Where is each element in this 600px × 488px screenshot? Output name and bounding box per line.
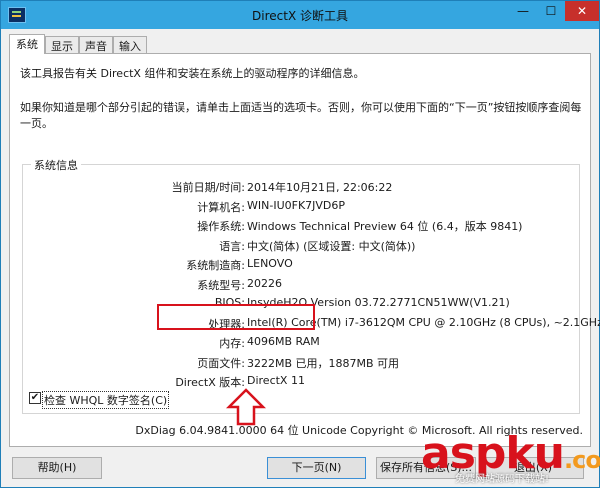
system-info-group: 系统信息 当前日期/时间: 2014年10月21日, 22:06:22 计算机名: W… xyxy=(22,157,600,414)
system-info-key: 系统制造商: xyxy=(186,259,245,272)
system-info-key: 操作系统: xyxy=(197,220,245,233)
system-info-value: 20226 xyxy=(247,276,282,290)
system-info-title: 系统信息 xyxy=(31,157,81,173)
system-info-row: 内存: 4096MB RAM xyxy=(23,335,579,351)
site-watermark: aspku.com 免费网站源码下载站! xyxy=(421,428,600,486)
system-info-row: 页面文件: 3222MB 已用，1887MB 可用 xyxy=(23,355,579,371)
system-info-row: 计算机名: WIN-IU0FK7JVD6P xyxy=(23,199,579,215)
instruction-text: 如果你知道是哪个部分引起的错误，请单击上面适当的选项卡。否则，你可以使用下面的“… xyxy=(20,101,582,130)
system-info-row: 操作系统: Windows Technical Preview 64 位 (6.4… xyxy=(23,218,579,234)
whql-label[interactable]: 检查 WHQL 数字签名(C) xyxy=(42,391,170,409)
title-bar[interactable]: DirectX 诊断工具 — ☐ ✕ xyxy=(1,1,599,29)
system-info-key: 当前日期/时间: xyxy=(171,181,245,194)
system-info-value: 2014年10月21日, 22:06:22 xyxy=(247,181,393,194)
system-info-key: 计算机名: xyxy=(197,200,245,214)
directx-version-highlight xyxy=(157,304,315,330)
system-info-value: Windows Technical Preview 64 位 (6.4，版本 9… xyxy=(247,220,523,233)
system-info-row: 语言: 中文(简体) (区域设置: 中文(简体)) xyxy=(23,238,579,254)
system-info-key: 语言: xyxy=(219,239,245,253)
system-info-key: 内存: xyxy=(219,337,245,350)
system-info-value: DirectX 11 xyxy=(247,374,305,387)
tab-sound[interactable]: 声音 xyxy=(79,36,113,53)
system-info-row: 当前日期/时间: 2014年10月21日, 22:06:22 xyxy=(23,179,579,195)
watermark-tagline: 免费网站源码下载站! xyxy=(455,474,550,485)
directx-diagnostic-window: DirectX 诊断工具 — ☐ ✕ 系统 显示 声音 输入 该工具报告有关 D… xyxy=(0,0,600,488)
system-info-value: LENOVO xyxy=(247,257,293,270)
system-tab-panel: 该工具报告有关 DirectX 组件和安装在系统上的驱动程序的详细信息。 如果你… xyxy=(9,53,600,447)
tab-input[interactable]: 输入 xyxy=(113,36,147,53)
close-button[interactable]: ✕ xyxy=(565,1,599,21)
maximize-button[interactable]: ☐ xyxy=(538,1,564,21)
system-info-row: DirectX 版本: DirectX 11 xyxy=(23,374,579,390)
tab-display[interactable]: 显示 xyxy=(45,36,79,53)
system-info-row: 系统型号: 20226 xyxy=(23,277,579,293)
system-info-key: 系统型号: xyxy=(197,278,245,292)
system-info-key: 页面文件: xyxy=(197,356,245,370)
help-button[interactable]: 帮助(H) xyxy=(12,457,102,479)
watermark-domain: .com xyxy=(563,446,600,474)
system-info-value: WIN-IU0FK7JVD6P xyxy=(247,198,346,212)
system-info-value: 4096MB RAM xyxy=(247,335,320,348)
system-info-row: 系统制造商: LENOVO xyxy=(23,257,579,273)
whql-checkbox[interactable]: ✔ xyxy=(29,392,41,404)
next-page-button[interactable]: 下一页(N) xyxy=(267,457,366,479)
tab-system[interactable]: 系统 xyxy=(9,34,45,54)
system-info-value: 3222MB 已用，1887MB 可用 xyxy=(247,356,400,370)
up-arrow-icon xyxy=(225,388,267,426)
system-info-value: 中文(简体) (区域设置: 中文(简体)) xyxy=(247,239,416,253)
intro-text: 该工具报告有关 DirectX 组件和安装在系统上的驱动程序的详细信息。 xyxy=(20,67,365,80)
minimize-button[interactable]: — xyxy=(509,1,537,21)
